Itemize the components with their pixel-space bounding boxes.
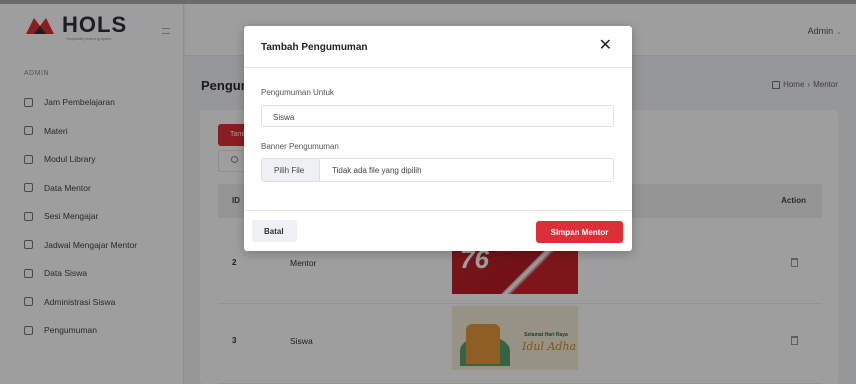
- file-status-text: Tidak ada file yang dipilih: [332, 166, 422, 175]
- modal-title: Tambah Pengumuman: [261, 42, 368, 53]
- modal-header: Tambah Pengumuman ✕: [244, 26, 632, 68]
- target-label: Pengumuman Untuk: [261, 88, 334, 97]
- banner-file-input[interactable]: Pilih File Tidak ada file yang dipilih: [261, 158, 614, 182]
- banner-label: Banner Pengumuman: [261, 142, 339, 151]
- choose-file-button[interactable]: Pilih File: [262, 159, 320, 181]
- target-select[interactable]: Siswa: [261, 105, 614, 127]
- close-icon[interactable]: ✕: [599, 38, 612, 54]
- save-button[interactable]: Simpan Mentor: [536, 221, 623, 243]
- modal-footer: Batal Simpan Mentor: [244, 210, 632, 251]
- cancel-button[interactable]: Batal: [252, 220, 297, 242]
- add-announcement-modal: Tambah Pengumuman ✕ Pengumuman Untuk Sis…: [244, 26, 632, 251]
